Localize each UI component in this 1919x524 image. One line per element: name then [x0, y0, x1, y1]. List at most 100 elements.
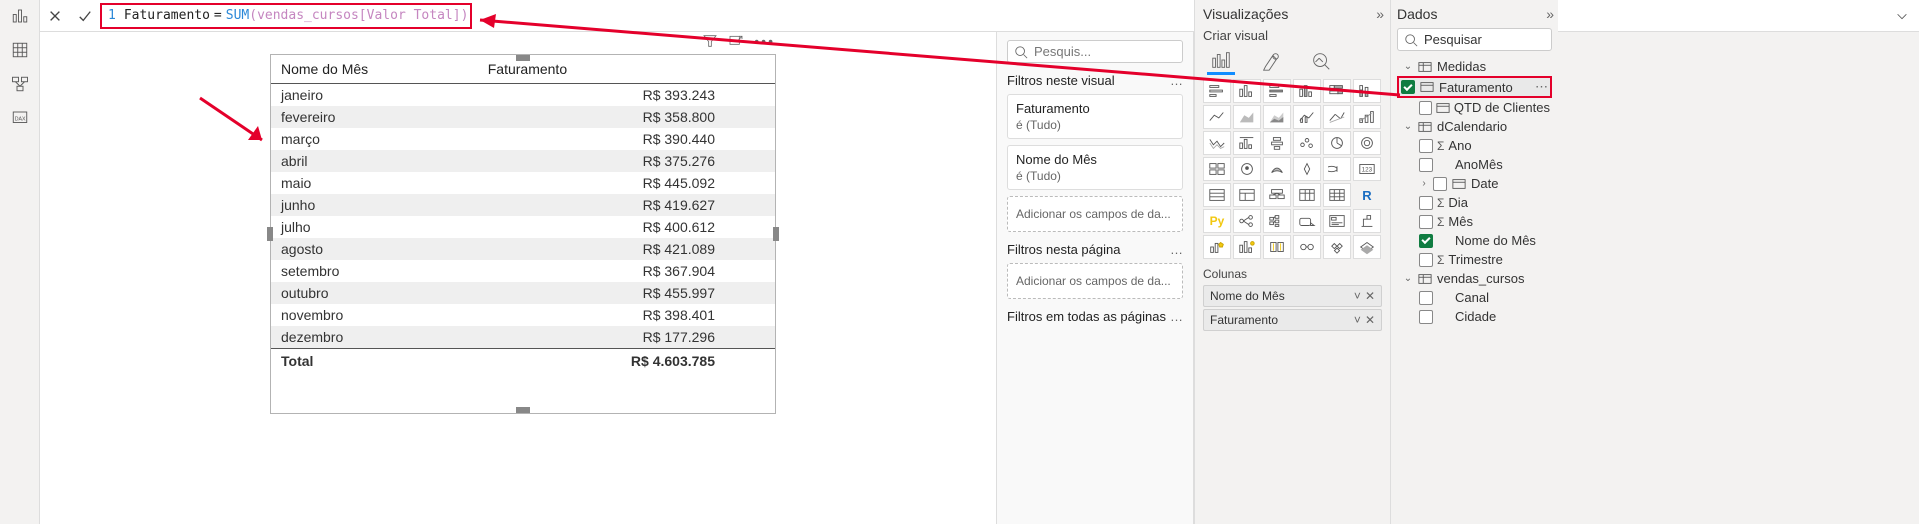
remove-field-icon[interactable]: ✕	[1365, 313, 1375, 327]
more-icon[interactable]: …	[1170, 309, 1183, 324]
model-view-icon[interactable]	[10, 74, 30, 94]
expand-icon[interactable]: »	[1546, 6, 1552, 22]
viz-type-26[interactable]	[1263, 183, 1291, 207]
viz-type-22[interactable]	[1323, 157, 1351, 181]
viz-type-4[interactable]	[1323, 79, 1351, 103]
viz-type-6[interactable]	[1203, 105, 1231, 129]
viz-type-39[interactable]	[1293, 235, 1321, 259]
cancel-formula-button[interactable]	[44, 5, 66, 27]
viz-type-27[interactable]	[1293, 183, 1321, 207]
checkbox[interactable]	[1419, 101, 1432, 115]
resize-handle-left[interactable]	[267, 227, 273, 241]
dax-view-icon[interactable]: DAX	[10, 108, 30, 128]
commit-formula-button[interactable]	[74, 5, 96, 27]
build-visual-tab[interactable]	[1207, 47, 1235, 75]
checkbox[interactable]	[1419, 291, 1433, 305]
checkbox-checked[interactable]	[1401, 80, 1415, 94]
more-icon[interactable]: …	[1170, 242, 1183, 257]
table-visual[interactable]: ••• Nome do Mês Faturamento janeiroR$ 39…	[270, 54, 776, 414]
format-visual-tab[interactable]	[1257, 47, 1285, 75]
field-mes[interactable]: ΣMês	[1397, 212, 1552, 231]
viz-type-25[interactable]	[1233, 183, 1261, 207]
viz-type-28[interactable]	[1323, 183, 1351, 207]
viz-type-9[interactable]	[1293, 105, 1321, 129]
report-view-icon[interactable]	[10, 6, 30, 26]
viz-type-19[interactable]	[1233, 157, 1261, 181]
resize-handle-top[interactable]	[516, 55, 530, 61]
filter-card-mes[interactable]: Nome do Mês é (Tudo)	[1007, 145, 1183, 190]
more-options-icon[interactable]: •••	[754, 33, 775, 52]
table-vendas-cursos[interactable]: ⌄vendas_cursos	[1397, 269, 1552, 288]
viz-type-2[interactable]	[1263, 79, 1291, 103]
viz-type-29[interactable]: R	[1353, 183, 1381, 207]
col-header-month[interactable]: Nome do Mês	[271, 55, 478, 84]
viz-type-3[interactable]	[1293, 79, 1321, 103]
viz-type-16[interactable]	[1323, 131, 1351, 155]
viz-type-5[interactable]	[1353, 79, 1381, 103]
checkbox[interactable]	[1419, 253, 1433, 267]
field-anomes[interactable]: AnoMês	[1397, 155, 1552, 174]
viz-type-36[interactable]	[1203, 235, 1231, 259]
viz-type-8[interactable]	[1263, 105, 1291, 129]
chevron-down-icon[interactable]: ˅	[1354, 289, 1361, 303]
checkbox[interactable]	[1419, 139, 1433, 153]
expand-icon[interactable]: »	[1376, 6, 1382, 22]
viz-type-34[interactable]	[1323, 209, 1351, 233]
report-canvas[interactable]: ••• Nome do Mês Faturamento janeiroR$ 39…	[40, 32, 996, 524]
field-trimestre[interactable]: ΣTrimestre	[1397, 250, 1552, 269]
formula-expand-button[interactable]	[1891, 5, 1913, 27]
field-qtd-clientes[interactable]: QTD de Clientes	[1397, 98, 1552, 117]
filter-icon[interactable]	[702, 33, 718, 52]
filters-search[interactable]: Pesquis...	[1007, 40, 1183, 63]
viz-type-15[interactable]	[1293, 131, 1321, 155]
field-date[interactable]: ›Date	[1397, 174, 1552, 193]
checkbox[interactable]	[1419, 196, 1433, 210]
viz-type-7[interactable]	[1233, 105, 1261, 129]
filter-card-faturamento[interactable]: Faturamento é (Tudo)	[1007, 94, 1183, 139]
more-icon[interactable]: ⋯	[1535, 79, 1548, 95]
remove-field-icon[interactable]: ✕	[1365, 289, 1375, 303]
formula-input[interactable]: 1 Faturamento = SUM ( vendas_cursos[Valo…	[100, 3, 472, 29]
resize-handle-bottom[interactable]	[516, 407, 530, 413]
viz-type-23[interactable]: 123	[1353, 157, 1381, 181]
checkbox[interactable]	[1419, 158, 1433, 172]
viz-type-38[interactable]	[1263, 235, 1291, 259]
checkbox[interactable]	[1433, 177, 1447, 191]
viz-type-40[interactable]	[1323, 235, 1351, 259]
viz-type-20[interactable]	[1263, 157, 1291, 181]
viz-type-21[interactable]	[1293, 157, 1321, 181]
resize-handle-right[interactable]	[773, 227, 779, 241]
field-well-faturamento[interactable]: Faturamento ˅✕	[1203, 309, 1382, 331]
focus-mode-icon[interactable]	[728, 33, 744, 52]
viz-type-41[interactable]	[1353, 235, 1381, 259]
more-icon[interactable]: …	[1170, 73, 1183, 88]
field-ano[interactable]: ΣAno	[1397, 136, 1552, 155]
viz-type-35[interactable]	[1353, 209, 1381, 233]
table-dcalendario[interactable]: ⌄dCalendario	[1397, 117, 1552, 136]
viz-type-14[interactable]	[1263, 131, 1291, 155]
checkbox[interactable]	[1419, 310, 1433, 324]
data-search[interactable]: Pesquisar	[1397, 28, 1552, 51]
viz-type-31[interactable]	[1233, 209, 1261, 233]
viz-type-13[interactable]	[1233, 131, 1261, 155]
chevron-down-icon[interactable]: ˅	[1354, 313, 1361, 327]
viz-type-37[interactable]	[1233, 235, 1261, 259]
viz-type-32[interactable]	[1263, 209, 1291, 233]
field-canal[interactable]: Canal	[1397, 288, 1552, 307]
table-medidas[interactable]: ⌄Medidas	[1397, 57, 1552, 76]
viz-type-11[interactable]	[1353, 105, 1381, 129]
viz-type-33[interactable]	[1293, 209, 1321, 233]
filter-dropzone-page[interactable]: Adicionar os campos de da...	[1007, 263, 1183, 299]
field-cidade[interactable]: Cidade	[1397, 307, 1552, 326]
viz-type-18[interactable]	[1203, 157, 1231, 181]
field-dia[interactable]: ΣDia	[1397, 193, 1552, 212]
viz-type-30[interactable]: Py	[1203, 209, 1231, 233]
field-well-nome-mes[interactable]: Nome do Mês ˅✕	[1203, 285, 1382, 307]
filter-dropzone-visual[interactable]: Adicionar os campos de da...	[1007, 196, 1183, 232]
data-view-icon[interactable]	[10, 40, 30, 60]
checkbox[interactable]	[1419, 215, 1433, 229]
field-nome-mes[interactable]: Nome do Mês	[1397, 231, 1552, 250]
viz-type-1[interactable]	[1233, 79, 1261, 103]
viz-type-10[interactable]	[1323, 105, 1351, 129]
field-faturamento[interactable]: Faturamento⋯	[1397, 76, 1552, 98]
